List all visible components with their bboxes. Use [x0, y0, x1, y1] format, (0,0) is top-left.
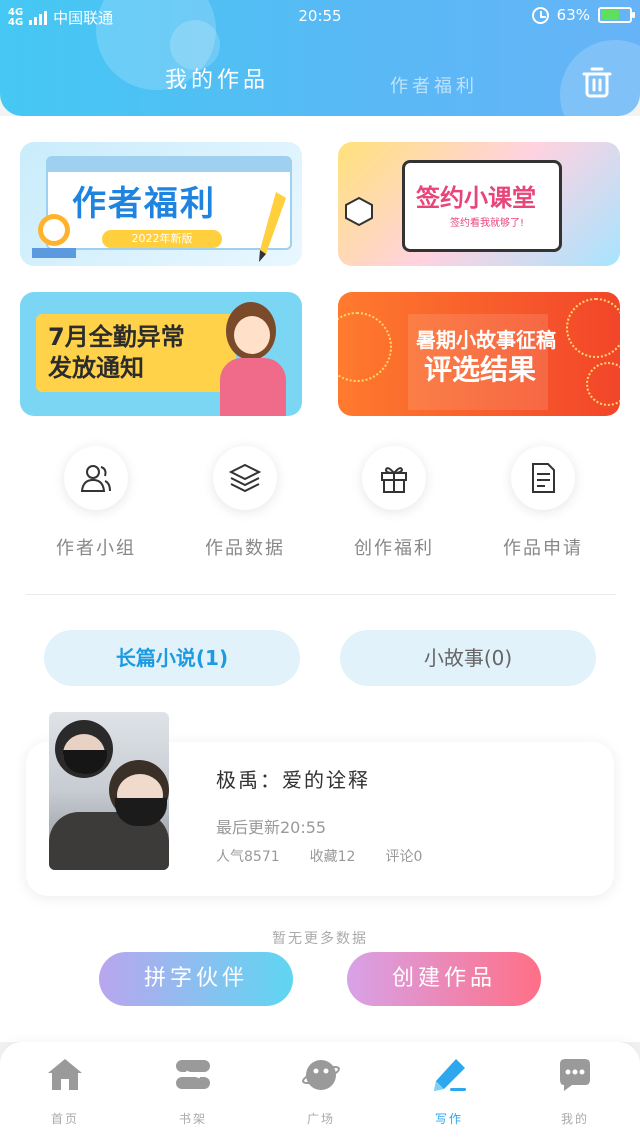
- battery-percent: 63%: [556, 6, 590, 24]
- pen-icon: [434, 1059, 466, 1091]
- bottom-nav: 首页 书架 广场 写作 我的: [0, 1042, 640, 1138]
- stat-comments: 评论0: [385, 849, 423, 865]
- header: 4G 4G 中国联通 20:55 63% 我的作品 作者福利: [0, 0, 640, 116]
- no-more-data: 暂无更多数据: [272, 931, 368, 947]
- message-icon: [560, 1059, 590, 1091]
- alarm-icon: [531, 6, 549, 24]
- nav-write[interactable]: 写作: [404, 1056, 494, 1127]
- work-cover-image[interactable]: [49, 712, 169, 870]
- nav-bookshelf[interactable]: 书架: [148, 1056, 238, 1127]
- partner-button[interactable]: 拼字伙伴: [99, 952, 293, 1006]
- tab-author-benefits[interactable]: 作者福利: [390, 72, 478, 98]
- feature-creation-benefits[interactable]: 创作福利: [334, 446, 454, 560]
- plaza-icon: [302, 1060, 340, 1090]
- tab-short-story[interactable]: 小故事(0): [340, 630, 596, 686]
- feature-author-group[interactable]: 作者小组: [36, 446, 156, 560]
- banner-signing-class[interactable]: 签约小课堂 签约看我就够了!: [338, 142, 620, 266]
- feature-work-application[interactable]: 作品申请: [483, 446, 603, 560]
- stat-popularity: 人气8571: [216, 849, 280, 865]
- work-updated: 最后更新20:55: [216, 818, 327, 837]
- nav-home[interactable]: 首页: [20, 1056, 110, 1127]
- banner-story-contest[interactable]: 暑期小故事征稿 评选结果: [338, 292, 620, 416]
- tab-long-novel[interactable]: 长篇小说(1): [44, 630, 300, 686]
- main-content: 作者福利 2022年新版 签约小课堂 签约看我就够了! 7月全勤异常 发放通知: [0, 116, 640, 1042]
- battery-icon: [598, 7, 635, 23]
- divider: [26, 594, 616, 595]
- users-icon: [80, 465, 111, 492]
- work-title[interactable]: 极禹：爱的诠释: [216, 764, 370, 793]
- banner-author-benefits[interactable]: 作者福利 2022年新版: [20, 142, 302, 266]
- nav-plaza[interactable]: 广场: [276, 1056, 366, 1127]
- layers-icon: [228, 463, 262, 493]
- create-work-button[interactable]: 创建作品: [347, 952, 541, 1006]
- work-stats: 人气8571 收藏12 评论0: [216, 846, 422, 866]
- alarm-clock-illustration: [32, 214, 76, 258]
- stat-favorites: 收藏12: [309, 849, 356, 865]
- feature-work-data[interactable]: 作品数据: [185, 446, 305, 560]
- bookshelf-icon: [176, 1060, 210, 1089]
- pencil-illustration: [259, 192, 286, 262]
- document-icon: [532, 463, 555, 493]
- trash-icon[interactable]: [581, 66, 613, 98]
- nav-mine[interactable]: 我的: [530, 1056, 620, 1127]
- gift-icon: [381, 467, 407, 493]
- tab-my-works[interactable]: 我的作品: [165, 62, 269, 94]
- cube-illustration: [345, 196, 373, 226]
- home-icon: [48, 1059, 82, 1090]
- banner-attendance-notice[interactable]: 7月全勤异常 发放通知: [20, 292, 302, 416]
- status-bar: 4G 4G 中国联通 20:55 63%: [0, 0, 640, 34]
